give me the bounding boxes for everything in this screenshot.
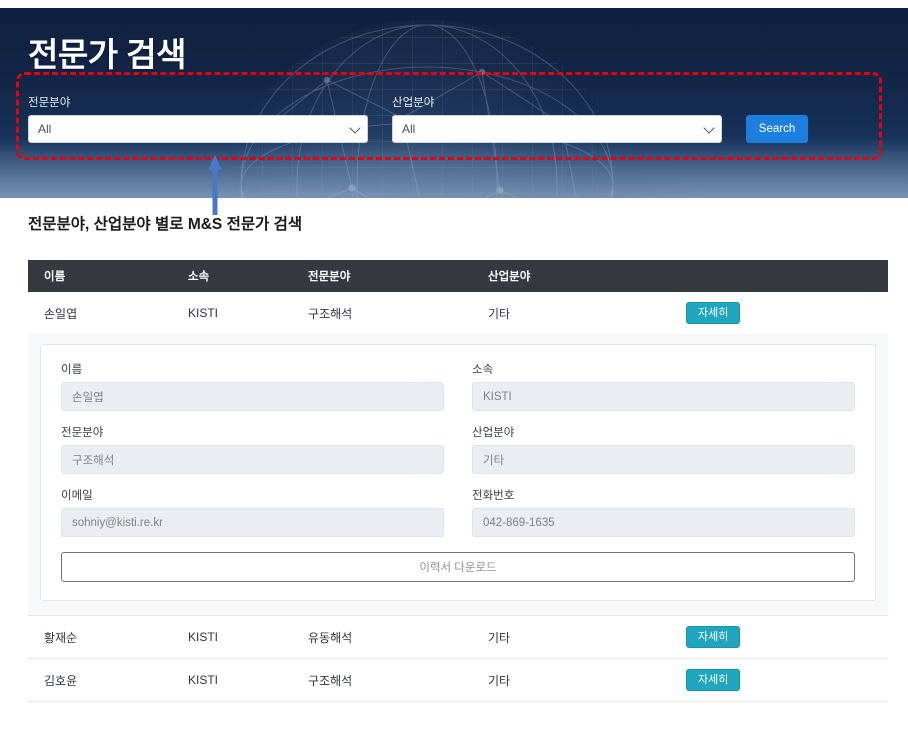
expert-detail-panel: 이름 손일엽 전문분야 구조해석 이메일 sohniy@kisti.re.kr … <box>28 334 888 616</box>
expertise-select-value: All <box>38 122 52 136</box>
cell-name: 손일엽 <box>44 306 78 321</box>
page-title: 전문가 검색 <box>28 36 186 73</box>
detail-right-column: 소속 KISTI 산업분야 기타 전화번호 042-869-1635 <box>472 361 855 550</box>
expertise-label: 전문분야 <box>28 97 71 109</box>
expertise-field: 전문분야 All <box>28 94 368 143</box>
detail-field-input[interactable]: 구조해석 <box>61 445 444 474</box>
detail-industry-field: 산업분야 기타 <box>472 424 855 474</box>
cell-org: KISTI <box>188 673 219 687</box>
detail-org-field: 소속 KISTI <box>472 361 855 411</box>
search-button[interactable]: Search <box>746 115 808 143</box>
detail-email-field: 이메일 sohniy@kisti.re.kr <box>61 487 444 537</box>
industry-select[interactable]: All <box>392 115 722 143</box>
detail-name-label: 이름 <box>61 364 83 376</box>
detail-phone-field: 전화번호 042-869-1635 <box>472 487 855 537</box>
detail-name-input[interactable]: 손일엽 <box>61 382 444 411</box>
cell-org: KISTI <box>188 630 219 644</box>
detail-button[interactable]: 자세히 <box>686 668 741 692</box>
cell-name: 황재순 <box>44 630 78 645</box>
detail-field-label: 전문분야 <box>61 427 104 439</box>
table-row[interactable]: 황재순 KISTI 유동해석 기타 자세히 <box>28 616 888 659</box>
chevron-down-icon <box>703 122 715 134</box>
detail-email-label: 이메일 <box>61 490 93 502</box>
experts-table: 이름 소속 전문분야 산업분야 손일엽 KISTI 구조해석 기타 자세히 이름… <box>28 260 888 702</box>
industry-field: 산업분야 All <box>392 94 722 143</box>
detail-email-input[interactable]: sohniy@kisti.re.kr <box>61 508 444 537</box>
cell-action: 자세히 <box>678 668 888 692</box>
detail-field-field: 전문분야 구조해석 <box>61 424 444 474</box>
expert-detail-card: 이름 손일엽 전문분야 구조해석 이메일 sohniy@kisti.re.kr … <box>40 344 876 601</box>
column-header-industry: 산업분야 <box>488 271 531 283</box>
detail-org-label: 소속 <box>472 364 494 376</box>
search-bar: 전문분야 All 산업분야 All Search <box>28 94 828 143</box>
caption-text: 전문분야, 산업분야 별로 M&S 전문가 검색 <box>28 216 303 233</box>
expertise-select[interactable]: All <box>28 115 368 143</box>
up-arrow-icon <box>208 155 222 215</box>
cell-name: 김호윤 <box>44 673 78 688</box>
cell-org: KISTI <box>188 306 219 320</box>
column-header-field: 전문분야 <box>308 271 351 283</box>
detail-org-input[interactable]: KISTI <box>472 382 855 411</box>
page-bottom-spacer <box>0 728 908 739</box>
detail-grid-row-1: 이름 손일엽 전문분야 구조해석 이메일 sohniy@kisti.re.kr … <box>61 361 855 550</box>
cell-industry: 기타 <box>488 673 511 688</box>
column-header-name: 이름 <box>44 271 66 283</box>
cell-action: 자세히 <box>678 625 888 649</box>
column-header-org: 소속 <box>188 271 210 283</box>
detail-left-column: 이름 손일엽 전문분야 구조해석 이메일 sohniy@kisti.re.kr <box>61 361 444 550</box>
detail-phone-label: 전화번호 <box>472 490 515 502</box>
hero-banner: 전문가 검색 전문분야 All 산업분야 All Search <box>0 8 908 198</box>
table-row[interactable]: 손일엽 KISTI 구조해석 기타 자세히 <box>28 292 888 334</box>
cell-industry: 기타 <box>488 306 511 321</box>
cell-industry: 기타 <box>488 630 511 645</box>
cell-field: 유동해석 <box>308 630 353 645</box>
detail-button[interactable]: 자세히 <box>686 625 741 649</box>
detail-industry-input[interactable]: 기타 <box>472 445 855 474</box>
detail-phone-input[interactable]: 042-869-1635 <box>472 508 855 537</box>
industry-label: 산업분야 <box>392 97 435 109</box>
detail-name-field: 이름 손일엽 <box>61 361 444 411</box>
table-row[interactable]: 김호윤 KISTI 구조해석 기타 자세히 <box>28 659 888 702</box>
detail-button[interactable]: 자세히 <box>686 301 741 325</box>
cell-action: 자세히 <box>678 301 888 325</box>
cell-field: 구조해석 <box>308 306 353 321</box>
chevron-down-icon <box>349 122 361 134</box>
download-resume-button[interactable]: 이력서 다운로드 <box>61 552 855 582</box>
cell-field: 구조해석 <box>308 673 353 688</box>
industry-select-value: All <box>402 122 416 136</box>
detail-industry-label: 산업분야 <box>472 427 515 439</box>
table-header-row: 이름 소속 전문분야 산업분야 <box>28 260 888 292</box>
